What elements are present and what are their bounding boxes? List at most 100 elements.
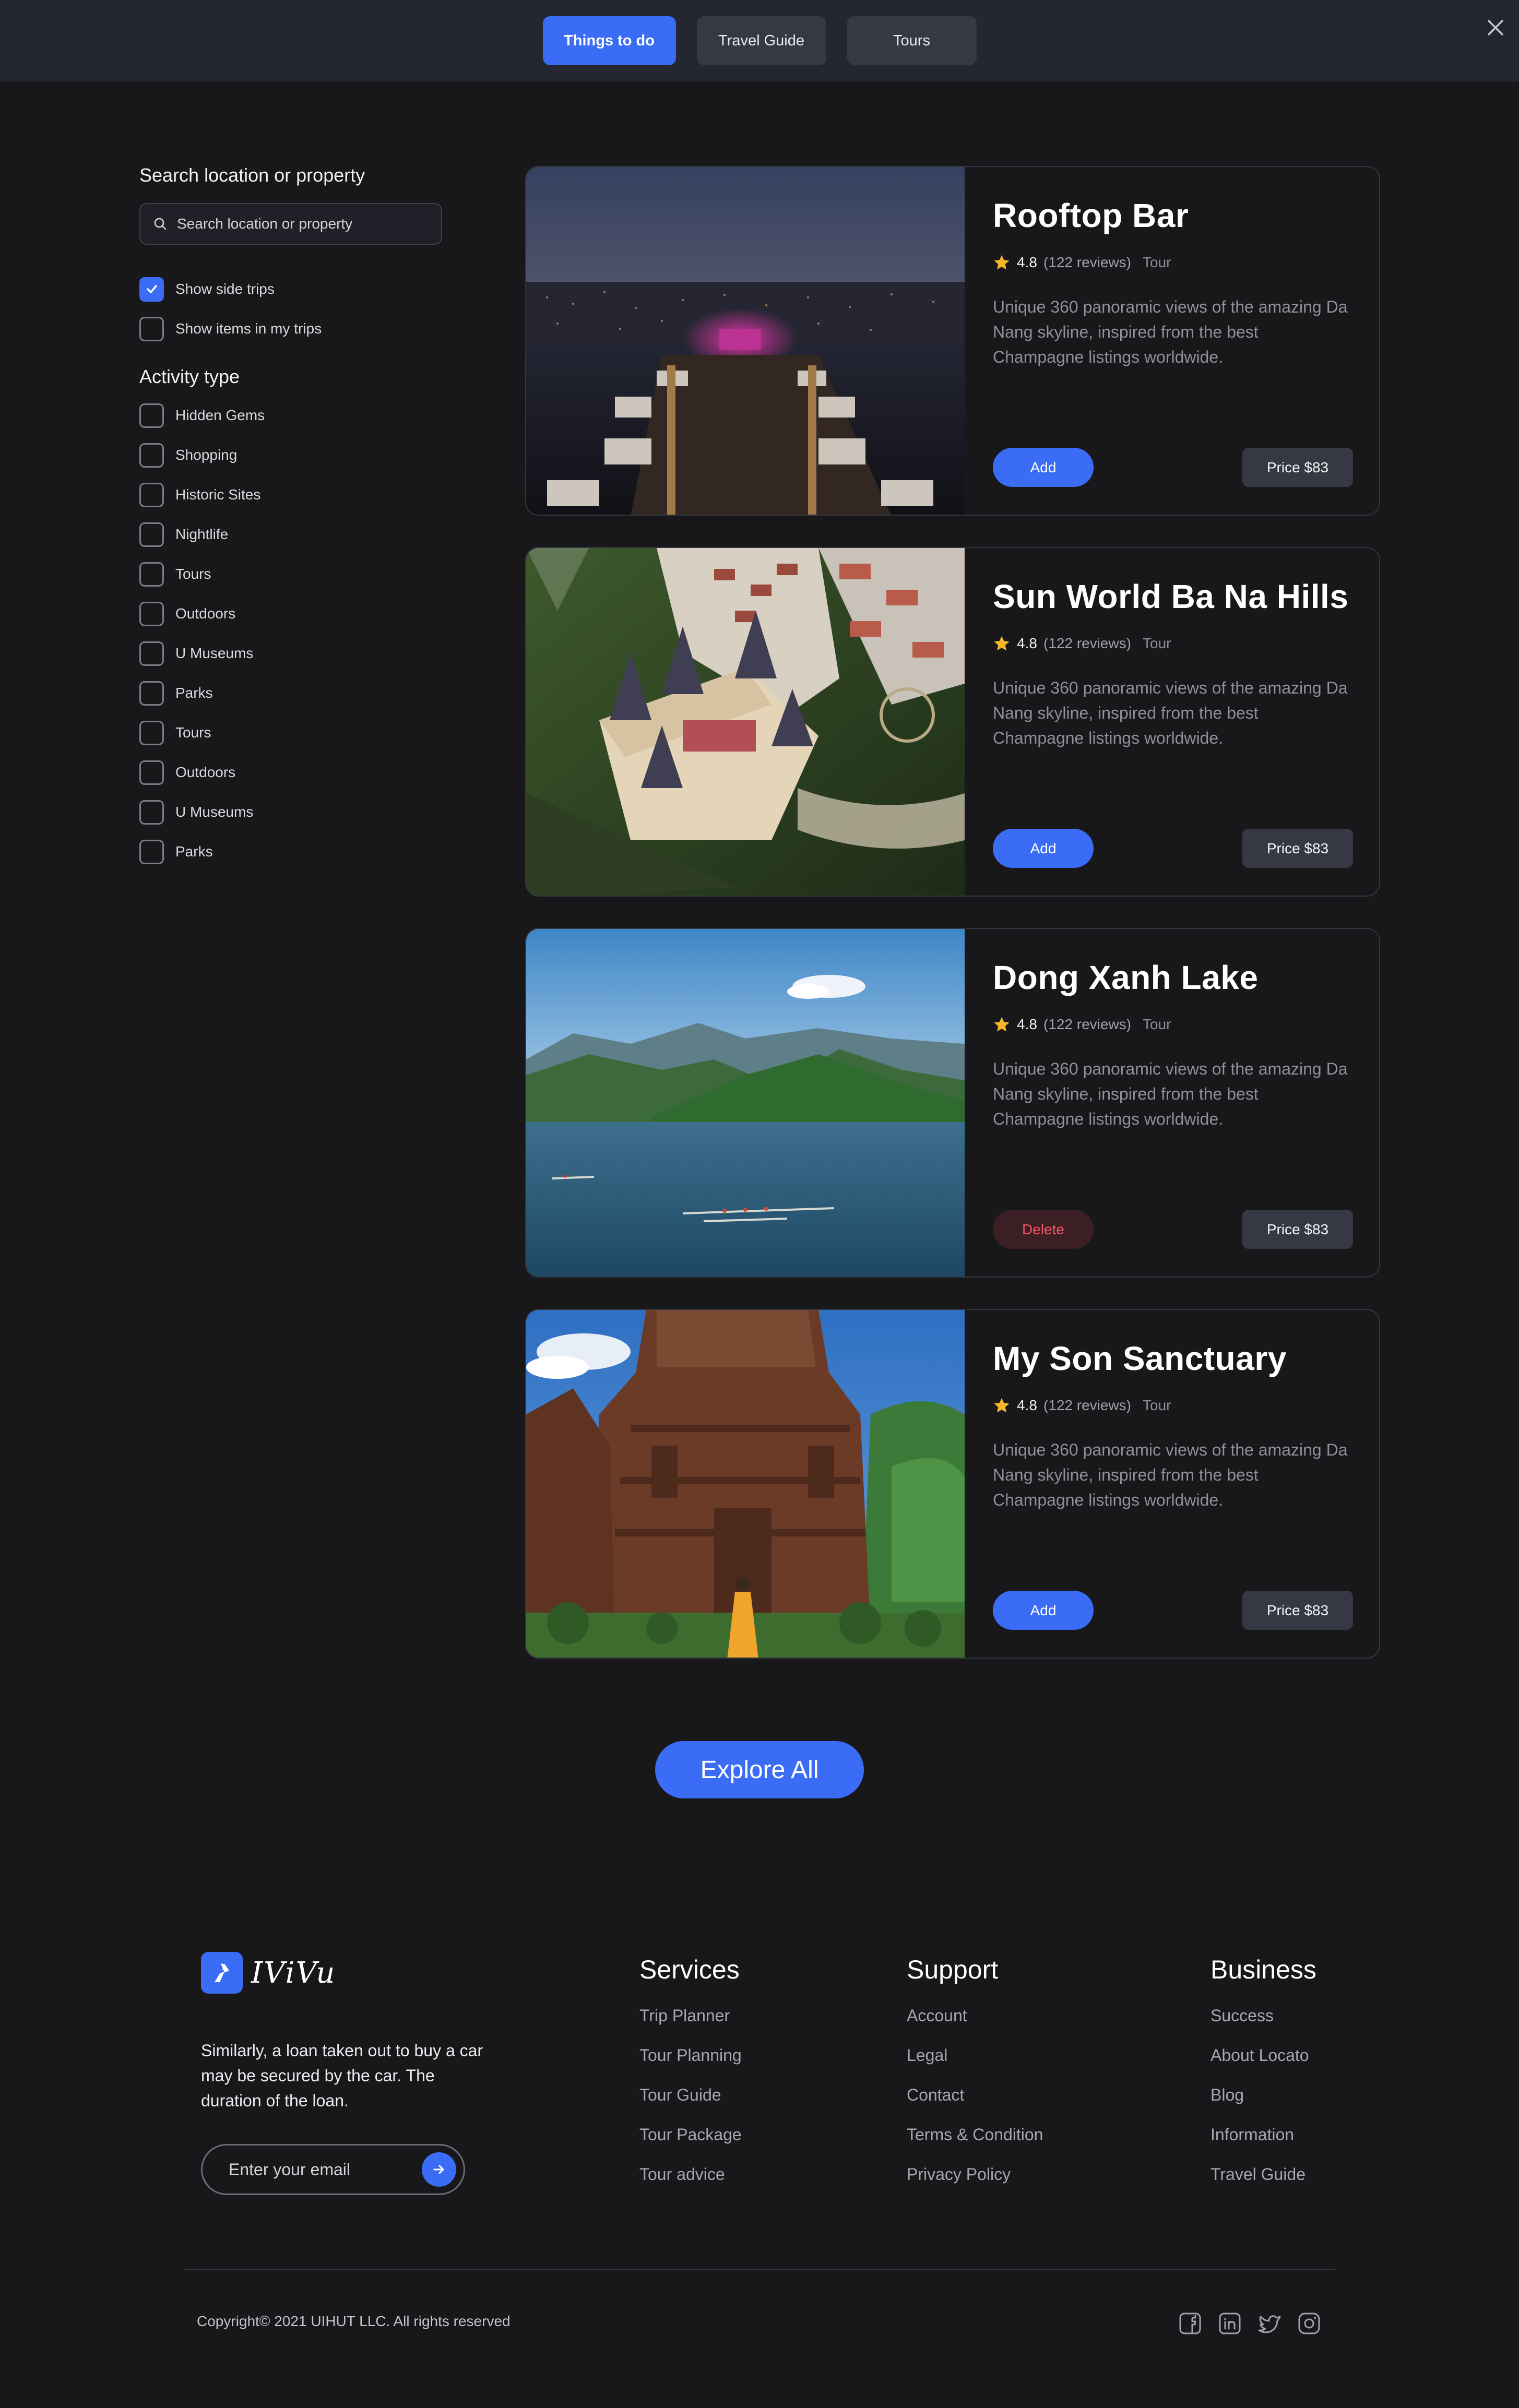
activity-filter-item[interactable]: Hidden Gems <box>139 402 442 428</box>
card-title[interactable]: My Son Sanctuary <box>993 1339 1353 1378</box>
checkbox[interactable] <box>139 562 164 587</box>
activity-filter-item[interactable]: Tours <box>139 561 442 587</box>
activity-filter-item[interactable]: Outdoors <box>139 759 442 785</box>
checkbox[interactable] <box>139 482 164 507</box>
card-body: My Son Sanctuary 4.8 (122 reviews) Tour … <box>965 1310 1379 1658</box>
footer-link[interactable]: Legal <box>907 2045 1043 2085</box>
activity-label: Outdoors <box>175 764 236 780</box>
search-input[interactable]: Search location or property <box>139 203 442 245</box>
card-meta: 4.8 (122 reviews) Tour <box>993 1016 1353 1033</box>
checkbox[interactable] <box>139 601 164 626</box>
checkbox[interactable] <box>139 839 164 864</box>
add-button[interactable]: Add <box>993 1591 1094 1630</box>
checkbox[interactable] <box>139 316 164 341</box>
activity-label: Hidden Gems <box>175 407 265 423</box>
price-button[interactable]: Price $83 <box>1242 1210 1353 1249</box>
footer-column-services: Services Trip Planner Tour Planning Tour… <box>639 1954 742 2204</box>
instagram-icon[interactable] <box>1297 2311 1322 2336</box>
activity-filter-item[interactable]: Parks <box>139 680 442 706</box>
card-title[interactable]: Sun World Ba Na Hills <box>993 577 1353 616</box>
subscribe-button[interactable] <box>422 2152 456 2187</box>
checkbox[interactable] <box>139 641 164 666</box>
card-meta: 4.8 (122 reviews) Tour <box>993 254 1353 271</box>
price-button[interactable]: Price $83 <box>1242 1591 1353 1630</box>
footer-link[interactable]: Privacy Policy <box>907 2164 1043 2204</box>
star-icon <box>994 1398 1010 1413</box>
star-icon <box>994 255 1010 270</box>
footer-brand[interactable]: IViVu <box>201 1952 336 1994</box>
activity-card-list: Rooftop Bar 4.8 (122 reviews) Tour Uniqu… <box>525 166 1380 1690</box>
footer-link[interactable]: About Locato <box>1211 2045 1316 2085</box>
facebook-icon[interactable] <box>1178 2311 1203 2336</box>
activity-filter-item[interactable]: Parks <box>139 839 442 865</box>
delete-button[interactable]: Delete <box>993 1210 1094 1249</box>
activity-filter-item[interactable]: Historic Sites <box>139 482 442 508</box>
explore-all-button[interactable]: Explore All <box>655 1741 864 1798</box>
activity-card[interactable]: Rooftop Bar 4.8 (122 reviews) Tour Uniqu… <box>525 166 1380 516</box>
activity-card[interactable]: Sun World Ba Na Hills 4.8 (122 reviews) … <box>525 547 1380 897</box>
checkbox[interactable] <box>139 760 164 785</box>
footer-link[interactable]: Tour Package <box>639 2125 742 2164</box>
card-description: Unique 360 panoramic views of the amazin… <box>993 1059 1348 1128</box>
activity-filter-item[interactable]: U Museums <box>139 799 442 825</box>
rating-value: 4.8 <box>1017 1016 1037 1032</box>
footer-link[interactable]: Terms & Condition <box>907 2125 1043 2164</box>
footer-link[interactable]: Tour Planning <box>639 2045 742 2085</box>
close-icon[interactable] <box>1484 16 1508 40</box>
activity-label: Outdoors <box>175 605 236 622</box>
card-body: Sun World Ba Na Hills 4.8 (122 reviews) … <box>965 548 1379 896</box>
card-image-dong-xanh-lake[interactable] <box>526 929 965 1277</box>
review-count: (122 reviews) <box>1043 1397 1131 1413</box>
footer-link[interactable]: Tour advice <box>639 2164 742 2204</box>
checkbox[interactable] <box>139 522 164 547</box>
footer-link[interactable]: Contact <box>907 2085 1043 2125</box>
checkbox[interactable] <box>139 800 164 825</box>
activity-filter-item[interactable]: Shopping <box>139 442 442 468</box>
card-image-ba-na-hills[interactable] <box>526 548 965 896</box>
tab-tours[interactable]: Tours <box>847 16 977 65</box>
footer-link[interactable]: Travel Guide <box>1211 2164 1316 2204</box>
option-show-side-trips[interactable]: Show side trips <box>139 276 442 302</box>
activity-filter-item[interactable]: U Museums <box>139 640 442 666</box>
activity-label: Tours <box>175 566 211 582</box>
add-button[interactable]: Add <box>993 448 1094 487</box>
footer-link[interactable]: Account <box>907 2006 1043 2045</box>
footer-link[interactable]: Information <box>1211 2125 1316 2164</box>
linkedin-icon[interactable] <box>1217 2311 1242 2336</box>
checkbox[interactable] <box>139 681 164 706</box>
activity-label: Shopping <box>175 447 238 463</box>
footer-link[interactable]: Blog <box>1211 2085 1316 2125</box>
activity-type: Tour <box>1143 254 1171 270</box>
checkbox[interactable] <box>139 403 164 428</box>
card-image-rooftop-bar[interactable] <box>526 167 965 515</box>
footer-link[interactable]: Tour Guide <box>639 2085 742 2125</box>
tab-travel-guide[interactable]: Travel Guide <box>696 16 826 65</box>
activity-card[interactable]: My Son Sanctuary 4.8 (122 reviews) Tour … <box>525 1309 1380 1659</box>
checkbox[interactable] <box>139 720 164 745</box>
activity-filter-item[interactable]: Outdoors <box>139 601 442 627</box>
twitter-icon[interactable] <box>1257 2311 1282 2336</box>
footer-column-support: Support Account Legal Contact Terms & Co… <box>907 1954 1043 2204</box>
email-input[interactable] <box>229 2160 401 2179</box>
activity-card[interactable]: Dong Xanh Lake 4.8 (122 reviews) Tour Un… <box>525 928 1380 1278</box>
card-title[interactable]: Dong Xanh Lake <box>993 958 1353 997</box>
footer-link[interactable]: Success <box>1211 2006 1316 2045</box>
checkbox[interactable] <box>139 443 164 468</box>
add-button[interactable]: Add <box>993 829 1094 868</box>
tab-things-to-do[interactable]: Things to do <box>542 16 676 65</box>
footer-column-title: Business <box>1211 1955 1316 1984</box>
card-description: Unique 360 panoramic views of the amazin… <box>993 297 1348 366</box>
checkbox-checked[interactable] <box>139 277 164 302</box>
activity-label: Parks <box>175 685 213 701</box>
footer-about-text: Similarly, a loan taken out to buy a car… <box>201 2041 483 2110</box>
price-button[interactable]: Price $83 <box>1242 829 1353 868</box>
activity-filter-item[interactable]: Tours <box>139 720 442 746</box>
card-image-my-son-sanctuary[interactable] <box>526 1310 965 1658</box>
price-button[interactable]: Price $83 <box>1242 448 1353 487</box>
footer-column-business: Business Success About Locato Blog Infor… <box>1211 1954 1316 2204</box>
footer-link[interactable]: Trip Planner <box>639 2006 742 2045</box>
activity-type: Tour <box>1143 1397 1171 1413</box>
option-show-items-in-trips[interactable]: Show items in my trips <box>139 316 442 342</box>
card-title[interactable]: Rooftop Bar <box>993 196 1353 235</box>
activity-filter-item[interactable]: Nightlife <box>139 521 442 547</box>
